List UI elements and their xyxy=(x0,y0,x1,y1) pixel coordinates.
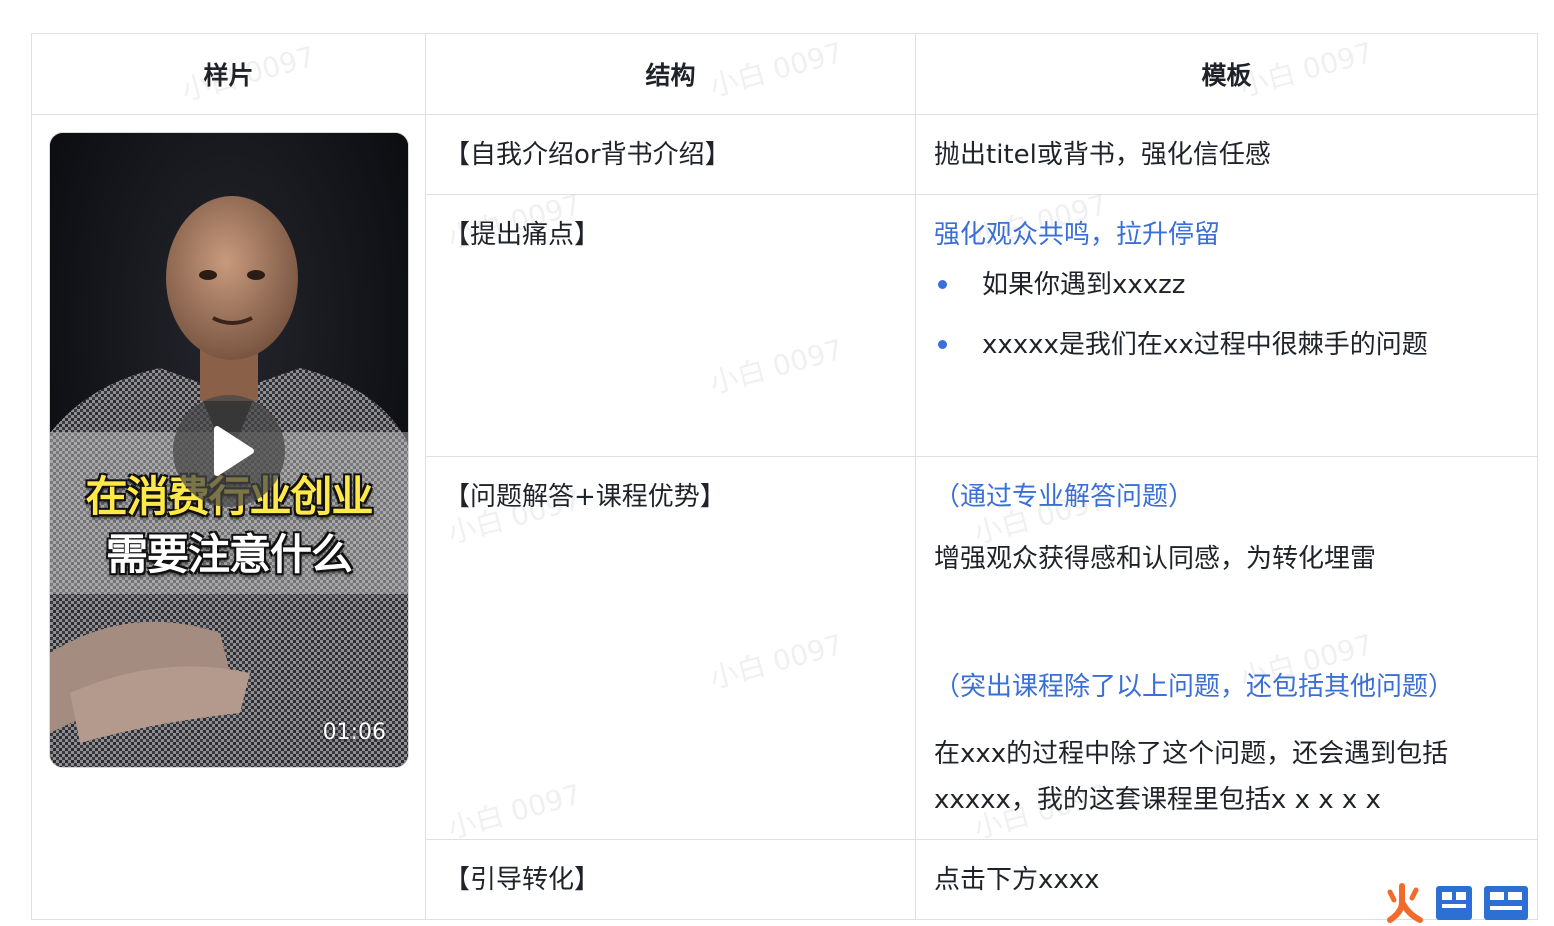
template-cell: 抛出titel或背书，强化信任感 xyxy=(915,114,1538,195)
play-button[interactable] xyxy=(173,395,285,507)
table-header-row: 样片 结构 模板 xyxy=(31,33,1538,115)
play-icon xyxy=(214,426,254,476)
huoliyu-logo xyxy=(1387,883,1528,923)
template-cell: 强化观众共鸣，拉升停留 如果你遇到xxxzz xxxxx是我们在xx过程中很棘手… xyxy=(915,194,1538,457)
sample-video-player[interactable]: 在消费行业创业 需要注意什么 01:06 xyxy=(49,132,409,768)
header-structure: 结构 xyxy=(425,33,916,115)
header-template: 模板 xyxy=(915,33,1538,115)
template-text: 增强观众获得感和认同感，为转化埋雷 xyxy=(934,544,1377,574)
list-item: 如果你遇到xxxzz xyxy=(934,267,1521,303)
bullet-dot-icon xyxy=(938,340,947,349)
structure-cell: 【引导转化】 xyxy=(425,839,916,920)
template-text: 抛出titel或背书，强化信任感 xyxy=(934,140,1271,170)
template-cell: （通过专业解答问题） 增强观众获得感和认同感，为转化埋雷 （突出课程除了以上问题… xyxy=(915,456,1538,840)
structure-label: 【问题解答+课程优势】 xyxy=(444,482,726,512)
template-highlight: （通过专业解答问题） xyxy=(934,482,1195,512)
bullet-text: 如果你遇到xxxzz xyxy=(982,270,1186,300)
structure-label: 【提出痛点】 xyxy=(444,220,601,250)
structure-label: 【引导转化】 xyxy=(444,865,601,895)
video-caption-line2: 需要注意什么 xyxy=(105,530,353,579)
header-sample: 样片 xyxy=(31,33,426,115)
template-text: 在xxx的过程中除了这个问题，还会遇到包括xxxxx，我的这套课程里包括x x … xyxy=(934,739,1449,815)
structure-label: 【自我介绍or背书介绍】 xyxy=(444,140,731,170)
structure-cell: 【问题解答+课程优势】 xyxy=(425,456,916,840)
structure-cell: 【自我介绍or背书介绍】 xyxy=(425,114,916,195)
structure-cell: 【提出痛点】 xyxy=(425,194,916,457)
template-highlight: 强化观众共鸣，拉升停留 xyxy=(934,220,1221,250)
bullet-text: xxxxx是我们在xx过程中很棘手的问题 xyxy=(982,330,1428,360)
template-highlight: （突出课程除了以上问题，还包括其他问题） xyxy=(934,672,1455,702)
bullet-dot-icon xyxy=(938,280,947,289)
content-table: 样片 结构 模板 需要注意什么 01:06 【自我介绍or背书介绍】 抛出tit… xyxy=(31,33,1538,920)
sample-video-cell: 在消费行业创业 需要注意什么 01:06 xyxy=(31,114,426,920)
template-bullet-list: 如果你遇到xxxzz xxxxx是我们在xx过程中很棘手的问题 xyxy=(934,267,1521,363)
list-item: xxxxx是我们在xx过程中很棘手的问题 xyxy=(934,327,1521,363)
document-page: 样片 结构 模板 需要注意什么 01:06 【自我介绍or背书介绍】 抛出tit… xyxy=(0,0,1554,926)
video-duration: 01:06 xyxy=(322,720,386,745)
table-row: 在消费行业创业 需要注意什么 01:06 【自我介绍or背书介绍】 抛出tite… xyxy=(31,114,1538,920)
